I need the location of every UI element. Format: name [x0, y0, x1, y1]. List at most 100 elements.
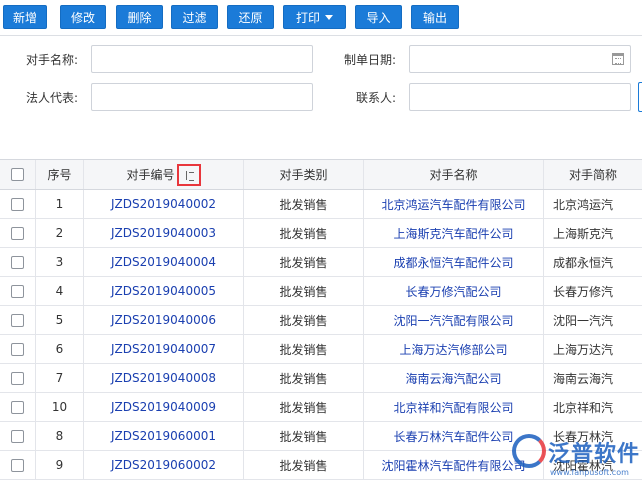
header-select-all[interactable]	[0, 160, 36, 189]
table-row[interactable]: 3 JZDS2019040004 批发销售 成都永恒汽车配件公司 成都永恒汽	[0, 248, 642, 277]
cell-seq: 8	[36, 422, 84, 450]
row-select[interactable]	[0, 422, 36, 450]
filter-button[interactable]: 过滤	[171, 5, 218, 29]
checkbox[interactable]	[11, 168, 24, 181]
checkbox[interactable]	[11, 429, 24, 443]
cell-seq: 4	[36, 277, 84, 305]
table-row[interactable]: 5 JZDS2019040006 批发销售 沈阳一汽汽配有限公司 沈阳一汽汽	[0, 306, 642, 335]
cell-code[interactable]: JZDS2019040005	[84, 277, 244, 305]
cell-seq: 10	[36, 393, 84, 421]
row-select[interactable]	[0, 393, 36, 421]
cell-name[interactable]: 上海万达汽修部公司	[364, 335, 544, 363]
table-row[interactable]: 10 JZDS2019040009 批发销售 北京祥和汽配有限公司 北京祥和汽	[0, 393, 642, 422]
toolbar: 新增 修改 删除 过滤 还原 打印 导入 输出	[0, 0, 642, 36]
cell-code[interactable]: JZDS2019040004	[84, 248, 244, 276]
table-row[interactable]: 1 JZDS2019040002 批发销售 北京鸿运汽车配件有限公司 北京鸿运汽	[0, 190, 642, 219]
brand-logo-icon	[512, 434, 546, 468]
table-row[interactable]: 2 JZDS2019040003 批发销售 上海斯克汽车配件公司 上海斯克汽	[0, 219, 642, 248]
cell-category: 批发销售	[244, 422, 364, 450]
sort-icon[interactable]	[176, 163, 201, 186]
print-button[interactable]: 打印	[283, 5, 346, 29]
row-select[interactable]	[0, 248, 36, 276]
header-seq[interactable]: 序号	[36, 160, 84, 189]
cell-seq: 2	[36, 219, 84, 247]
cell-short: 北京祥和汽	[553, 400, 614, 415]
cell-category: 批发销售	[244, 248, 364, 276]
checkbox[interactable]	[11, 284, 24, 298]
cell-seq: 1	[36, 190, 84, 218]
delete-button[interactable]: 删除	[116, 5, 163, 29]
row-select[interactable]	[0, 219, 36, 247]
cell-code[interactable]: JZDS2019040009	[84, 393, 244, 421]
calendar-icon[interactable]	[612, 53, 624, 65]
row-select[interactable]	[0, 190, 36, 218]
export-button[interactable]: 输出	[411, 5, 459, 29]
checkbox[interactable]	[11, 342, 24, 356]
doc-date-input[interactable]	[409, 45, 631, 73]
checkbox[interactable]	[11, 400, 24, 414]
cell-code[interactable]: JZDS2019040008	[84, 364, 244, 392]
row-select[interactable]	[0, 277, 36, 305]
row-select[interactable]	[0, 364, 36, 392]
header-code[interactable]: 对手编号	[84, 160, 244, 189]
brand-watermark: 泛普软件 www.fanpusoft.com	[508, 432, 642, 483]
cell-category: 批发销售	[244, 306, 364, 334]
cell-name[interactable]: 沈阳一汽汽配有限公司	[364, 306, 544, 334]
cell-category: 批发销售	[244, 364, 364, 392]
header-category[interactable]: 对手类别	[244, 160, 364, 189]
cell-short: 沈阳一汽汽	[553, 313, 614, 328]
cell-code[interactable]: JZDS2019040003	[84, 219, 244, 247]
checkbox[interactable]	[11, 458, 24, 472]
cell-code[interactable]: JZDS2019040002	[84, 190, 244, 218]
cell-short: 海南云海汽	[553, 371, 614, 386]
table-row[interactable]: 6 JZDS2019040007 批发销售 上海万达汽修部公司 上海万达汽	[0, 335, 642, 364]
cell-name[interactable]: 长春万修汽配公司	[364, 277, 544, 305]
partial-input[interactable]	[638, 82, 642, 112]
add-button[interactable]: 新增	[3, 5, 47, 29]
cell-seq: 9	[36, 451, 84, 479]
cell-code[interactable]: JZDS2019060001	[84, 422, 244, 450]
caret-down-icon	[325, 15, 333, 20]
cell-short: 上海斯克汽	[553, 226, 614, 241]
row-select[interactable]	[0, 335, 36, 363]
edit-button[interactable]: 修改	[60, 5, 106, 29]
checkbox[interactable]	[11, 255, 24, 269]
header-short[interactable]: 对手简称	[544, 160, 642, 189]
cell-code[interactable]: JZDS2019040006	[84, 306, 244, 334]
counterpart-name-input[interactable]	[91, 45, 313, 73]
restore-button[interactable]: 还原	[227, 5, 274, 29]
counterpart-name-label: 对手名称:	[25, 53, 78, 67]
cell-code[interactable]: JZDS2019060002	[84, 451, 244, 479]
cell-category: 批发销售	[244, 219, 364, 247]
grid-header: 序号 对手编号 对手类别 对手名称 对手简称	[0, 160, 642, 190]
cell-category: 批发销售	[244, 277, 364, 305]
cell-name[interactable]: 北京鸿运汽车配件有限公司	[364, 190, 544, 218]
header-name[interactable]: 对手名称	[364, 160, 544, 189]
row-select[interactable]	[0, 306, 36, 334]
cell-name[interactable]: 海南云海汽配公司	[364, 364, 544, 392]
checkbox[interactable]	[11, 313, 24, 327]
table-row[interactable]: 4 JZDS2019040005 批发销售 长春万修汽配公司 长春万修汽	[0, 277, 642, 306]
checkbox[interactable]	[11, 197, 24, 211]
cell-code[interactable]: JZDS2019040007	[84, 335, 244, 363]
cell-category: 批发销售	[244, 190, 364, 218]
cell-short: 北京鸿运汽	[553, 197, 614, 212]
cell-name[interactable]: 成都永恒汽车配件公司	[364, 248, 544, 276]
table-row[interactable]: 7 JZDS2019040008 批发销售 海南云海汽配公司 海南云海汽	[0, 364, 642, 393]
cell-category: 批发销售	[244, 335, 364, 363]
doc-date-label: 制单日期:	[343, 53, 396, 67]
checkbox[interactable]	[11, 226, 24, 240]
checkbox[interactable]	[11, 371, 24, 385]
cell-seq: 5	[36, 306, 84, 334]
cell-name[interactable]: 北京祥和汽配有限公司	[364, 393, 544, 421]
import-button[interactable]: 导入	[355, 5, 402, 29]
contact-input[interactable]	[409, 83, 631, 111]
legal-rep-input[interactable]	[91, 83, 313, 111]
cell-name[interactable]: 上海斯克汽车配件公司	[364, 219, 544, 247]
row-select[interactable]	[0, 451, 36, 479]
cell-seq: 3	[36, 248, 84, 276]
cell-seq: 6	[36, 335, 84, 363]
print-button-label: 打印	[295, 11, 320, 25]
cell-seq: 7	[36, 364, 84, 392]
header-code-label: 对手编号	[126, 168, 175, 182]
